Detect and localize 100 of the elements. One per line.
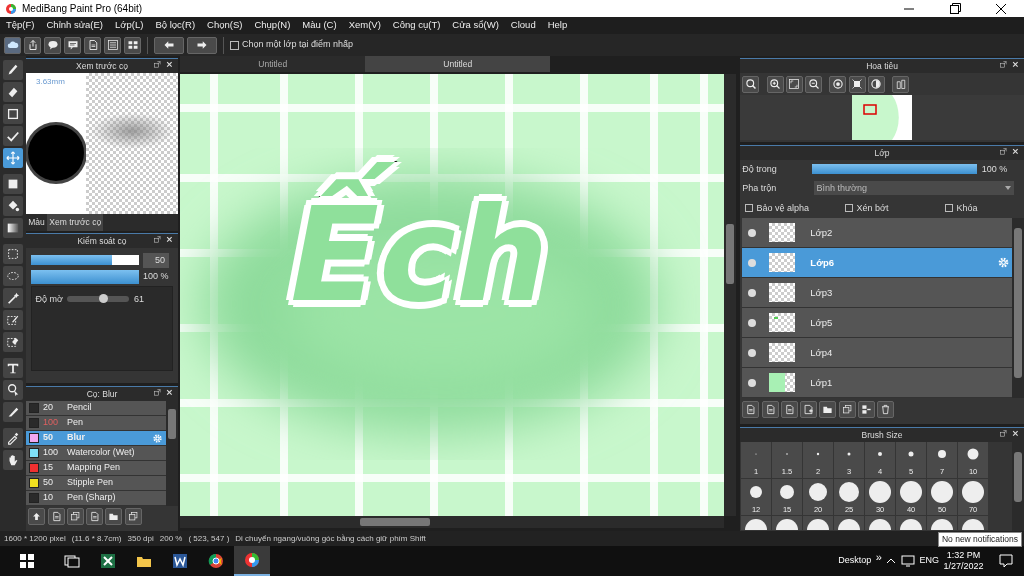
popout-icon[interactable] <box>1000 148 1009 158</box>
scrollbar[interactable] <box>724 74 737 516</box>
menu-item[interactable]: Màu (C) <box>296 18 343 33</box>
checkbox[interactable] <box>944 204 953 213</box>
layer-row[interactable]: Lớp4 <box>742 338 1012 369</box>
cloud-button[interactable] <box>4 36 21 54</box>
document-tab[interactable]: Untitled <box>365 56 551 72</box>
list-button[interactable] <box>104 36 121 54</box>
visibility-icon[interactable] <box>748 348 757 357</box>
gradient-tool[interactable] <box>3 218 23 238</box>
brush-size-cell[interactable] <box>927 516 958 531</box>
brush-tool[interactable] <box>3 60 23 80</box>
share-button[interactable] <box>24 36 41 54</box>
upload-button[interactable] <box>28 508 46 526</box>
select-pen-tool[interactable] <box>3 310 23 330</box>
brush-size-cell[interactable] <box>958 516 989 531</box>
shape-tool[interactable] <box>3 104 23 124</box>
checkbox[interactable] <box>844 204 853 213</box>
merge-button[interactable] <box>857 400 875 418</box>
clock-time[interactable]: 1:32 PM <box>943 550 984 561</box>
panel-tab[interactable]: Xem trước cọ <box>47 214 104 231</box>
menu-item[interactable]: Help <box>541 18 574 33</box>
close-icon[interactable] <box>1012 429 1021 439</box>
lasso-tool[interactable] <box>3 266 23 286</box>
new-brush-button[interactable] <box>47 508 65 526</box>
scrollbar[interactable] <box>1012 218 1024 399</box>
blend-dropdown[interactable]: Bình thường <box>814 181 1015 196</box>
brush-item[interactable]: 15 Mapping Pen <box>26 461 166 476</box>
checkbox[interactable] <box>230 40 239 50</box>
rotate-right-button[interactable] <box>867 75 885 93</box>
close-icon[interactable] <box>1012 61 1021 70</box>
menu-item[interactable]: Cửa sổ(W) <box>446 18 505 33</box>
menu-item[interactable]: Bộ lọc(R) <box>149 18 202 33</box>
opacity-slider[interactable] <box>812 164 978 175</box>
hand-tool[interactable] <box>3 450 23 470</box>
select-eraser-tool[interactable] <box>3 332 23 352</box>
grid-button[interactable] <box>124 36 141 54</box>
popout-icon[interactable] <box>153 61 163 70</box>
desktop-toolbar[interactable]: Desktop <box>838 554 872 568</box>
layer-row[interactable]: Lớp5 <box>742 308 1012 339</box>
new-layer-button[interactable] <box>761 400 779 418</box>
copy-button[interactable] <box>66 508 84 526</box>
layer-row[interactable]: Lớp3 <box>742 278 1012 309</box>
page-button[interactable] <box>84 36 101 54</box>
layer-row[interactable]: Lớp2 <box>742 218 1012 249</box>
size-field[interactable]: 50 <box>143 252 169 268</box>
comment-button[interactable] <box>64 36 81 54</box>
size-slider[interactable] <box>30 255 112 266</box>
layer-row[interactable]: Lớp1 <box>742 368 1012 399</box>
popout-icon[interactable] <box>153 236 163 245</box>
zoom-reset-button[interactable] <box>742 75 760 93</box>
scrollbar[interactable] <box>180 516 725 528</box>
brush-item[interactable]: 100 Watercolor (Wet) <box>26 446 166 461</box>
checkbox[interactable] <box>744 204 753 213</box>
language-indicator[interactable]: ENG <box>919 554 939 568</box>
visibility-icon[interactable] <box>748 378 757 387</box>
close-icon[interactable] <box>165 61 175 70</box>
paint-app-button[interactable] <box>234 546 270 576</box>
flip-button[interactable] <box>892 75 910 93</box>
menu-item[interactable]: Chỉnh sửa(E) <box>40 18 110 33</box>
brush-size-cell[interactable] <box>803 516 834 531</box>
visibility-icon[interactable] <box>748 228 757 237</box>
fill-tool[interactable] <box>3 174 23 194</box>
brush-item[interactable]: 50 Stipple Pen <box>26 476 166 491</box>
menu-item[interactable]: Chọn(S) <box>201 18 249 33</box>
menu-item[interactable]: Cloud <box>504 18 542 33</box>
folder-button[interactable] <box>819 400 837 418</box>
zoom-out-button[interactable] <box>805 75 823 93</box>
close-icon[interactable] <box>165 389 175 398</box>
eyedropper-tool[interactable] <box>3 428 23 448</box>
new-layer-button[interactable] <box>780 400 798 418</box>
close-icon[interactable] <box>165 236 175 245</box>
clock-date[interactable]: 1/27/2022 <box>943 561 984 572</box>
fit-window-button[interactable] <box>848 75 866 93</box>
visibility-icon[interactable] <box>748 318 757 327</box>
visibility-icon[interactable] <box>748 288 757 297</box>
popout-icon[interactable] <box>1000 61 1009 70</box>
delete-button[interactable] <box>877 400 895 418</box>
brush-item[interactable]: 20 Pencil <box>26 401 166 416</box>
brush-item[interactable]: 10 Pen (Sharp) <box>26 491 166 506</box>
magic-wand-tool[interactable] <box>3 288 23 308</box>
duplicate-button[interactable] <box>838 400 856 418</box>
menu-item[interactable]: Chụp(N) <box>248 18 297 33</box>
fit-button[interactable] <box>785 75 803 93</box>
speech-bubble-button[interactable] <box>44 36 61 54</box>
brush-size-cell[interactable] <box>741 516 772 531</box>
brush-size-cell[interactable] <box>865 516 896 531</box>
popout-icon[interactable] <box>1000 429 1009 439</box>
new-layer-button[interactable] <box>742 400 760 418</box>
brush-size-cell[interactable] <box>896 516 927 531</box>
text-tool[interactable] <box>3 358 23 378</box>
select-tool[interactable] <box>3 244 23 264</box>
eraser-tool[interactable] <box>3 82 23 102</box>
menu-item[interactable]: Lớp(L) <box>109 18 150 33</box>
folder-button[interactable] <box>105 508 123 526</box>
brush-size-cell[interactable] <box>834 516 865 531</box>
document-tab[interactable]: Untitled <box>180 56 366 72</box>
brush-size-cell[interactable] <box>772 516 803 531</box>
menu-item[interactable]: Tệp(F) <box>0 18 41 33</box>
slider-thumb[interactable] <box>99 294 109 303</box>
